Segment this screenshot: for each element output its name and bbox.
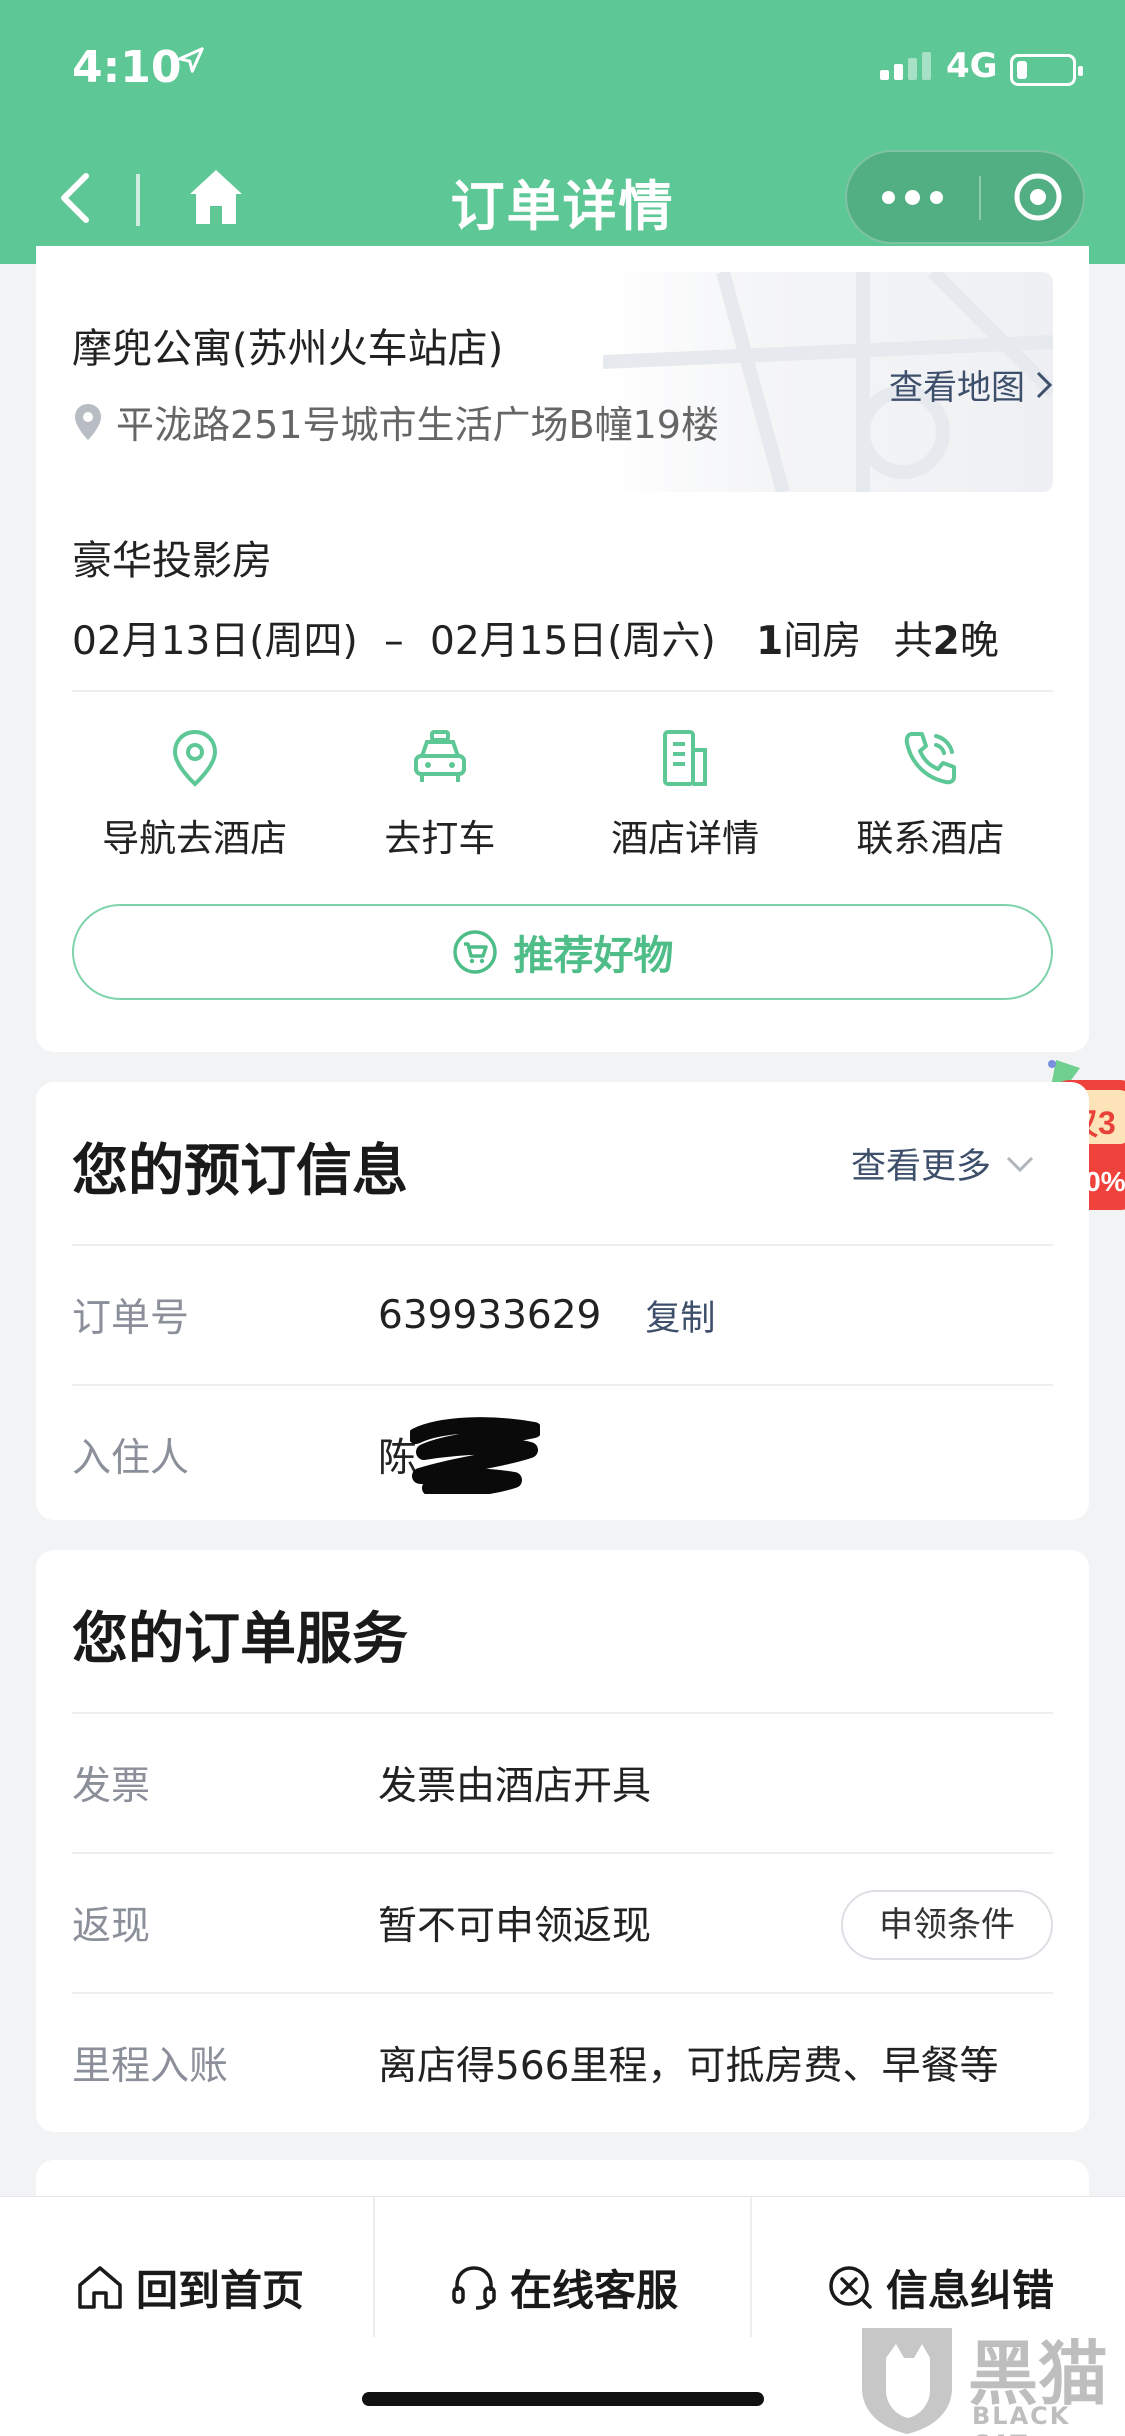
- service-key: 里程入账: [72, 2044, 229, 2089]
- divider: [72, 690, 1053, 692]
- guest-row: 入住人 陈: [72, 1384, 1053, 1524]
- recommend-label: 推荐好物: [513, 933, 674, 979]
- home-outline-icon: [78, 2266, 122, 2309]
- nights-prefix: 共: [893, 619, 933, 664]
- bottom-label: 回到首页: [136, 2265, 305, 2315]
- bottom-label: 信息纠错: [886, 2265, 1055, 2315]
- shopping-cart-icon: [452, 930, 497, 974]
- stay-dates: 02月13日(周四) – 02月15日(周六) 1间房 共2晚: [72, 610, 999, 666]
- mileage-row: 里程入账 离店得566里程，可抵房费、早餐等: [72, 1992, 1053, 2132]
- watermark-logo: 黑猫 BLACK CAT: [852, 2318, 1122, 2436]
- view-map-link[interactable]: 查看地图: [889, 360, 1053, 409]
- nav-bar: 订单详情: [0, 132, 1125, 264]
- contact-hotel-button[interactable]: 联系酒店: [808, 726, 1053, 866]
- service-value: 暂不可申领返现: [378, 1904, 652, 1949]
- home-indicator: [362, 2392, 764, 2406]
- network-type: 4G: [946, 46, 998, 86]
- headset-icon: [452, 2266, 496, 2310]
- view-map-label: 查看地图: [889, 368, 1025, 408]
- bottom-label: 在线客服: [510, 2265, 679, 2315]
- hotel-address: 平泷路251号城市生活广场B幢19楼: [72, 394, 719, 449]
- guest-label: 入住人: [72, 1436, 190, 1481]
- chevron-right-icon: [1036, 371, 1053, 398]
- building-icon: [663, 730, 708, 786]
- see-more-label: 查看更多: [850, 1147, 991, 1187]
- see-more-link[interactable]: 查看更多: [851, 1138, 1035, 1189]
- hotel-details-button[interactable]: 酒店详情: [563, 726, 808, 866]
- divider: [373, 2197, 375, 2337]
- redaction-scribble: [410, 1417, 540, 1494]
- claim-conditions-button[interactable]: 申领条件: [841, 1890, 1053, 1960]
- signal-icon: [880, 52, 936, 80]
- action-label: 导航去酒店: [102, 817, 288, 860]
- miniapp-capsule: [845, 150, 1085, 244]
- status-time: 4:10: [72, 42, 182, 93]
- nights-unit: 晚: [959, 619, 999, 664]
- service-value: 离店得566里程，可抵房费、早餐等: [378, 2044, 999, 2089]
- taxi-icon: [413, 730, 466, 782]
- checkout-date: 02月15日(周六): [430, 619, 716, 664]
- back-to-home-button[interactable]: 回到首页: [74, 2237, 304, 2337]
- target-icon: [1014, 173, 1062, 221]
- section-title: 您的预订信息: [72, 1139, 408, 1204]
- nights-count: 2: [932, 619, 960, 664]
- date-dash: –: [384, 619, 404, 664]
- action-label: 去打车: [384, 817, 496, 860]
- more-button[interactable]: [847, 152, 977, 242]
- service-key: 返现: [72, 1904, 151, 1949]
- order-number-row: 订单号 639933629 复制: [72, 1244, 1053, 1384]
- booking-info-card: 您的预订信息 查看更多 订单号 639933629 复制 入住人 陈: [36, 1082, 1089, 1520]
- action-label: 酒店详情: [611, 817, 760, 860]
- recommend-goods-button[interactable]: 推荐好物: [72, 904, 1053, 1000]
- phone-icon: [905, 732, 957, 785]
- order-services-card: 您的订单服务 发票 发票由酒店开具 返现 暂不可申领返现 申领条件 里程入账 离…: [36, 1550, 1089, 2132]
- invoice-row: 发票 发票由酒店开具: [72, 1712, 1053, 1852]
- section-title: 您的订单服务: [72, 1607, 408, 1672]
- chevron-down-icon: [1006, 1156, 1034, 1172]
- order-number-label: 订单号: [72, 1296, 190, 1341]
- address-text: 平泷路251号城市生活广场B幢19楼: [116, 403, 719, 447]
- service-key: 发票: [72, 1764, 151, 1809]
- online-support-button[interactable]: 在线客服: [448, 2237, 678, 2337]
- hotel-name: 摩兜公寓(苏州火车站店): [72, 326, 504, 372]
- battery-icon: [1010, 54, 1083, 86]
- action-label: 联系酒店: [856, 817, 1005, 860]
- quick-actions: 导航去酒店 去打车 酒店详情 联系酒店: [72, 726, 1053, 866]
- checkin-date: 02月13日(周四): [72, 619, 358, 664]
- divider: [750, 2197, 752, 2337]
- service-value: 发票由酒店开具: [378, 1764, 652, 1809]
- location-pin-icon: [75, 403, 101, 440]
- navigate-to-hotel-button[interactable]: 导航去酒店: [72, 726, 317, 866]
- hotel-card: 摩兜公寓(苏州火车站店) 平泷路251号城市生活广场B幢19楼 查看地图 豪华投…: [36, 246, 1089, 1052]
- room-count: 1: [756, 619, 784, 664]
- close-miniapp-button[interactable]: [1013, 172, 1063, 222]
- location-arrow-icon: [176, 44, 206, 84]
- cashback-row: 返现 暂不可申领返现 申领条件: [72, 1852, 1053, 1992]
- taxi-button[interactable]: 去打车: [317, 726, 562, 866]
- room-type: 豪华投影房: [72, 538, 272, 584]
- copy-button[interactable]: 复制: [645, 1290, 715, 1341]
- location-pin-icon: [172, 729, 217, 787]
- order-number: 639933629: [378, 1292, 602, 1338]
- x-circle-icon: [829, 2266, 872, 2309]
- watermark-sub-text: BLACK CAT: [972, 2402, 1071, 2436]
- cat-shield-icon: [862, 2328, 952, 2434]
- room-unit: 间房: [783, 619, 862, 664]
- status-bar: 4:10 4G: [0, 0, 1125, 132]
